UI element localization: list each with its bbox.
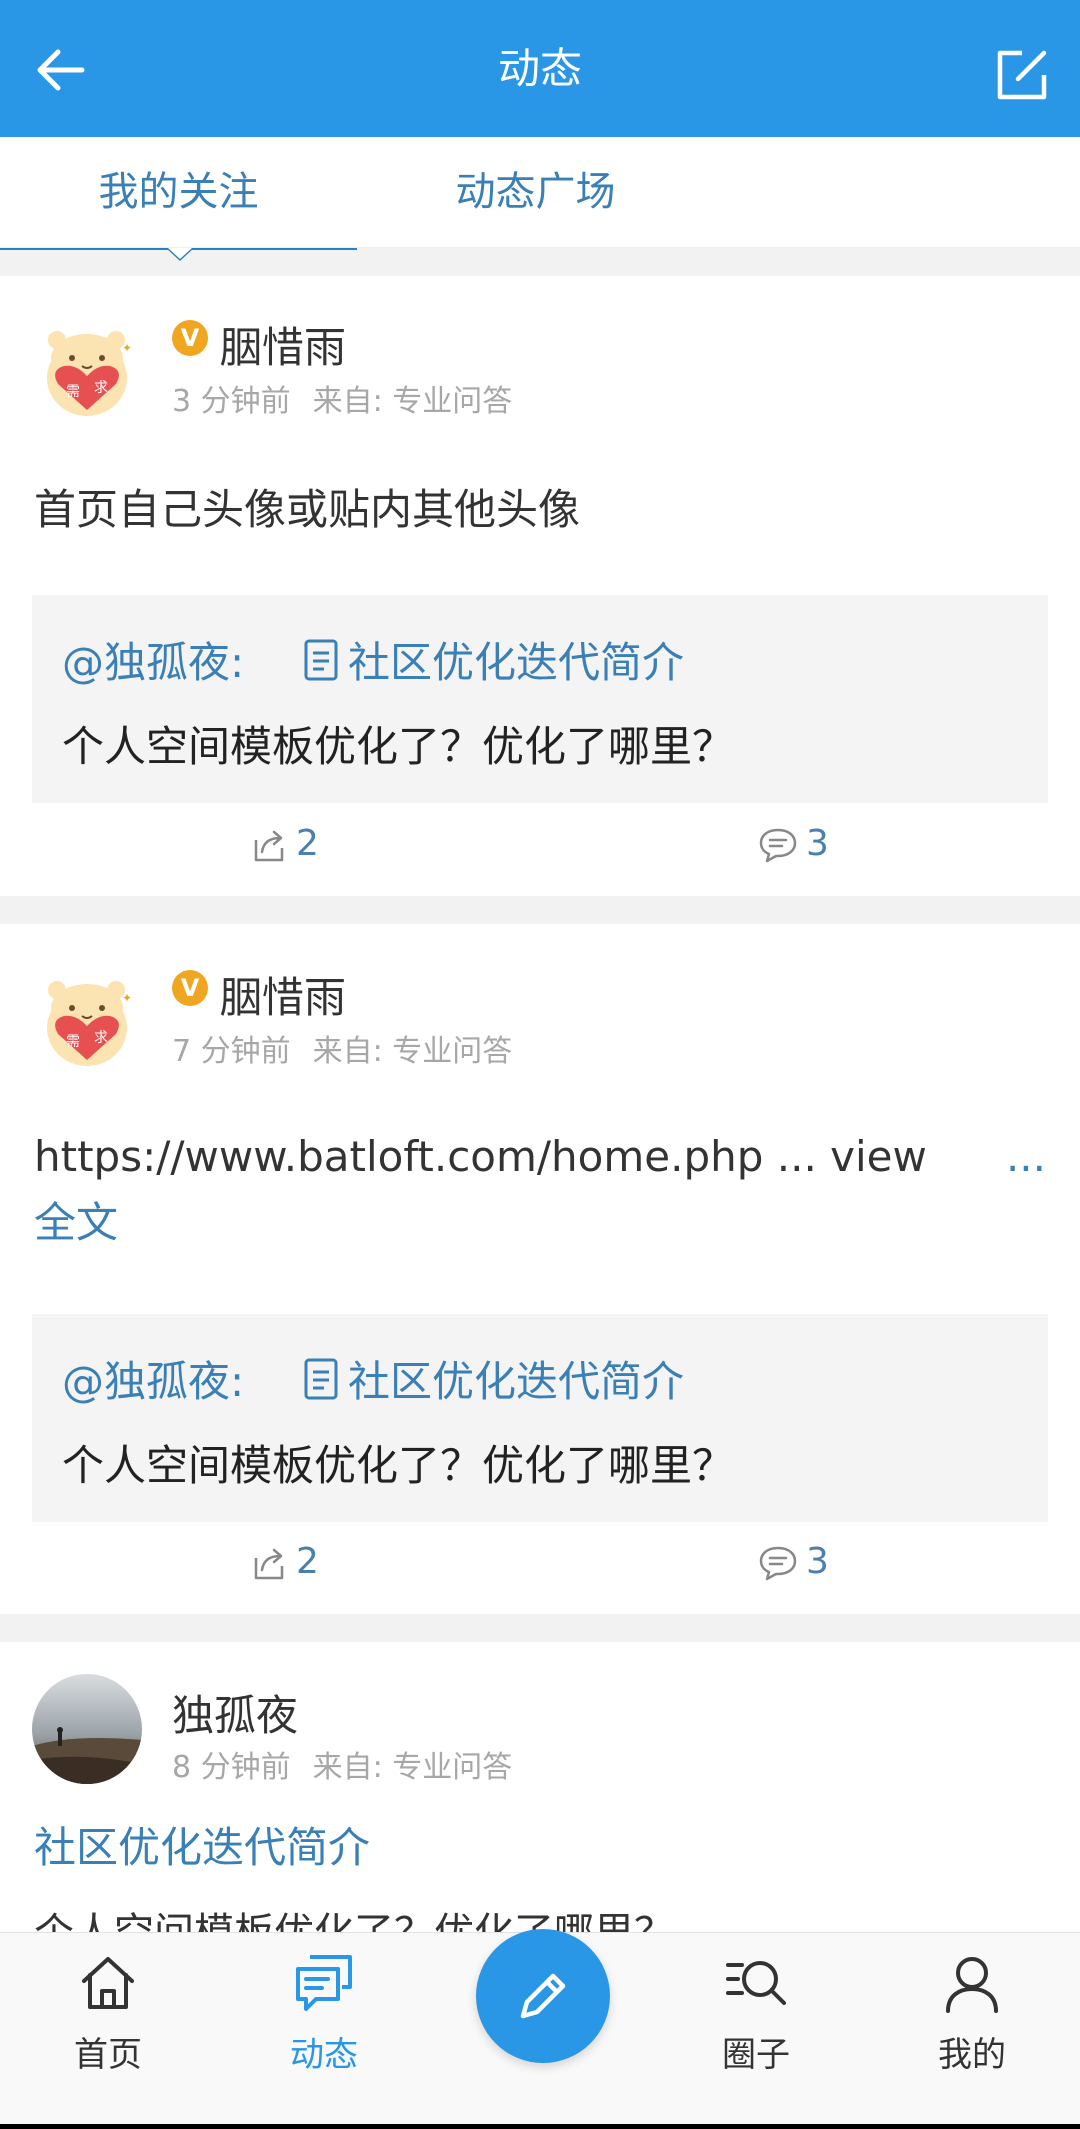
quote-title[interactable]: 社区优化迭代简介 xyxy=(348,629,684,690)
svg-text:✦: ✦ xyxy=(122,991,132,1005)
share-count: 2 xyxy=(296,823,319,864)
verified-badge: V xyxy=(172,320,208,356)
chat-bubbles-icon xyxy=(296,1955,352,2011)
quoted-post[interactable]: @独孤夜: 社区优化迭代简介 个人空间模板优化了？优化了哪里？ xyxy=(32,595,1048,803)
post-time: 7 分钟前 xyxy=(172,1034,291,1069)
post-source: 来自: 专业问答 xyxy=(312,1750,513,1785)
document-icon xyxy=(304,1358,338,1400)
nav-label: 圈子 xyxy=(722,2035,790,2075)
svg-text:需: 需 xyxy=(66,384,80,400)
post-source: 来自: 专业问答 xyxy=(312,384,513,419)
post-content[interactable]: 首页自己头像或贴内其他头像 xyxy=(34,476,580,537)
quote-author[interactable]: @独孤夜: xyxy=(62,629,244,690)
verified-badge: V xyxy=(172,970,208,1006)
user-icon xyxy=(946,1957,998,2013)
pencil-icon xyxy=(520,1973,566,2019)
quote-body: 个人空间模板优化了？优化了哪里？ xyxy=(62,1441,735,1490)
comment-action[interactable]: 3 xyxy=(758,1540,829,1584)
document-icon xyxy=(304,639,338,681)
post-meta: 7 分钟前 来自: 专业问答 xyxy=(172,1026,512,1070)
post-meta: 3 分钟前 来自: 专业问答 xyxy=(172,376,512,420)
username[interactable]: 独孤夜 xyxy=(172,1682,298,1743)
quote-author[interactable]: @独孤夜: xyxy=(62,1348,244,1409)
tab-following[interactable]: 我的关注 xyxy=(0,137,357,247)
svg-text:求: 求 xyxy=(94,380,108,396)
landscape-avatar-icon xyxy=(32,1674,142,1784)
nav-profile[interactable]: 我的 xyxy=(892,1933,1052,2129)
post-time: 8 分钟前 xyxy=(172,1750,291,1785)
share-icon xyxy=(254,1548,284,1580)
nav-circles[interactable]: 圈子 xyxy=(676,1933,836,2129)
share-icon xyxy=(254,830,284,862)
screen-bottom-edge xyxy=(0,2124,1080,2129)
top-bar: 动态 xyxy=(0,0,1080,137)
compose-fab[interactable] xyxy=(476,1929,610,2063)
share-action[interactable]: 2 xyxy=(250,1540,319,1584)
quote-title[interactable]: 社区优化迭代简介 xyxy=(348,1348,684,1409)
svg-text:求: 求 xyxy=(94,1030,108,1046)
comment-icon xyxy=(759,1546,797,1581)
tab-plaza[interactable]: 动态广场 xyxy=(357,137,714,247)
post-source: 来自: 专业问答 xyxy=(312,1034,513,1069)
nav-feed[interactable]: 动态 xyxy=(244,1933,404,2129)
post-body: 个人空间模板优化了？优化了哪里？ xyxy=(34,1900,674,1932)
post-title[interactable]: 社区优化迭代简介 xyxy=(34,1814,370,1875)
nav-label: 我的 xyxy=(938,2035,1006,2075)
avatar[interactable]: 需 求 ✦ xyxy=(32,964,142,1074)
cat-avatar-icon: 需 求 ✦ xyxy=(32,314,142,424)
post-time: 3 分钟前 xyxy=(172,384,291,419)
home-icon xyxy=(82,1957,134,2009)
comment-icon xyxy=(759,828,797,863)
cat-avatar-icon: 需 求 ✦ xyxy=(32,964,142,1074)
post-card[interactable]: 需 求 ✦ V 胭惜雨 7 分钟前 来自: 专业问答 https://www.ba… xyxy=(0,924,1080,1614)
read-more-link[interactable]: 全文 xyxy=(34,1198,118,1247)
quoted-post[interactable]: @独孤夜: 社区优化迭代简介 个人空间模板优化了？优化了哪里？ xyxy=(32,1314,1048,1522)
nav-label: 首页 xyxy=(74,2035,142,2075)
share-action[interactable]: 2 xyxy=(250,822,319,866)
tab-notch-inner xyxy=(168,248,192,259)
svg-text:需: 需 xyxy=(66,1034,80,1050)
nav-label: 动态 xyxy=(290,2035,358,2075)
share-count: 2 xyxy=(296,1541,319,1582)
avatar[interactable] xyxy=(32,1674,142,1784)
svg-text:✦: ✦ xyxy=(122,341,132,355)
search-list-icon xyxy=(726,1961,786,2005)
quote-body: 个人空间模板优化了？优化了哪里？ xyxy=(62,722,735,771)
avatar[interactable]: 需 求 ✦ xyxy=(32,314,142,424)
post-meta: 8 分钟前 来自: 专业问答 xyxy=(172,1742,512,1786)
comment-count: 3 xyxy=(806,1541,829,1582)
comment-count: 3 xyxy=(806,823,829,864)
post-link-text: https://www.batloft.com/home.php ... vie… xyxy=(34,1132,927,1181)
post-card[interactable]: 独孤夜 8 分钟前来自: 专业问答 社区优化迭代简介 个人空间模板优化了？优化了… xyxy=(0,1642,1080,1932)
tab-bar: 我的关注 动态广场 xyxy=(0,137,1080,247)
username[interactable]: 胭惜雨 xyxy=(220,964,346,1025)
edit-square-icon[interactable] xyxy=(992,45,1052,105)
post-content[interactable]: https://www.batloft.com/home.php ... vie… xyxy=(34,1124,1046,1256)
username[interactable]: 胭惜雨 xyxy=(220,314,346,375)
ellipsis: ... xyxy=(1005,1132,1046,1181)
post-card[interactable]: 需 求 ✦ V 胭惜雨 3 分钟前 来自: 专业问答 首页自己头像或贴内其他头像 … xyxy=(0,276,1080,896)
nav-home[interactable]: 首页 xyxy=(28,1933,188,2129)
comment-action[interactable]: 3 xyxy=(758,822,829,866)
page-title: 动态 xyxy=(497,44,582,93)
